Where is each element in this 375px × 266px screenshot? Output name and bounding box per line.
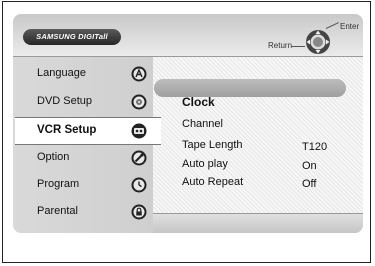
bottom-bar xyxy=(153,213,363,233)
navigation-dial-icon[interactable] xyxy=(305,29,331,55)
return-leader-line xyxy=(291,46,305,47)
sidebar-item-label: Option xyxy=(37,151,70,163)
auto-repeat-value: Off xyxy=(302,178,317,190)
submenu-item-auto-play[interactable]: Auto play xyxy=(182,158,228,174)
sidebar-item-label: Parental xyxy=(37,205,78,217)
sidebar-item-label: Language xyxy=(37,67,86,79)
tape-length-value: T120 xyxy=(302,141,328,153)
option-icon xyxy=(131,150,147,166)
sidebar-item-label: Program xyxy=(37,178,80,190)
sidebar-item-label: DVD Setup xyxy=(37,95,93,107)
sidebar-item-option[interactable]: Option xyxy=(15,145,155,171)
return-label: Return xyxy=(268,41,293,50)
submenu-item-clock[interactable]: Clock xyxy=(182,95,215,111)
submenu-item-channel[interactable]: Channel xyxy=(182,118,223,134)
samsung-logo: SAMSUNG DIGITall xyxy=(23,29,121,45)
submenu-item-auto-repeat[interactable]: Auto Repeat xyxy=(182,176,243,192)
sidebar-item-language[interactable]: Language xyxy=(15,61,155,87)
language-icon xyxy=(131,66,147,82)
sidebar-item-label: VCR Setup xyxy=(37,124,97,136)
top-bar: SAMSUNG DIGITall Return Enter xyxy=(13,14,363,57)
sidebar-item-dvd-setup[interactable]: DVD Setup xyxy=(15,89,155,115)
sidebar-item-parental[interactable]: Parental xyxy=(15,199,155,225)
tape-icon xyxy=(131,123,147,139)
sidebar-item-vcr-setup[interactable]: VCR Setup xyxy=(15,117,161,145)
sidebar-item-program[interactable]: Program xyxy=(15,172,155,198)
disc-icon xyxy=(131,94,147,110)
program-icon xyxy=(131,177,147,193)
lock-icon xyxy=(131,204,147,220)
submenu-item-tape-length[interactable]: Tape Length xyxy=(182,139,243,155)
enter-leader-line xyxy=(325,22,339,29)
enter-label: Enter xyxy=(340,22,360,31)
auto-play-value: On xyxy=(302,160,317,172)
